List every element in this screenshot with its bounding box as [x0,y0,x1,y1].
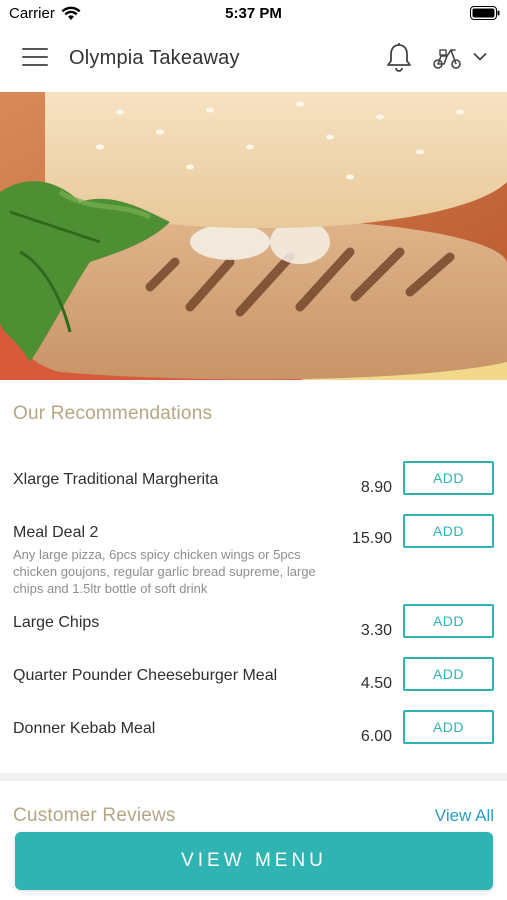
clock-time: 5:37 PM [225,5,282,22]
delivery-scooter-icon[interactable] [431,46,463,70]
battery-icon [470,6,500,20]
app-header: Olympia Takeaway [0,28,507,92]
add-button[interactable]: ADD [403,461,494,495]
add-button[interactable]: ADD [403,604,494,638]
bell-icon[interactable] [385,42,413,74]
add-button[interactable]: ADD [403,710,494,744]
reviews-title: Customer Reviews [13,805,176,826]
section-divider [0,773,507,781]
hero-burger-image [0,92,507,380]
menu-item-name: Quarter Pounder Cheeseburger Meal [13,667,278,684]
menu-item-name: Meal Deal 2 [13,524,99,541]
menu-item-price: 8.90 [360,479,392,496]
restaurant-title: Olympia Takeaway [69,47,240,69]
menu-item-price: 15.90 [351,530,392,547]
view-all-reviews-link[interactable]: View All [435,806,494,826]
menu-item-name: Donner Kebab Meal [13,720,156,737]
hamburger-menu-icon[interactable] [22,48,48,70]
add-button[interactable]: ADD [403,657,494,691]
chevron-down-icon[interactable] [473,52,487,62]
menu-item-price: 6.00 [360,728,392,745]
menu-item-name: Xlarge Traditional Margherita [13,471,219,488]
menu-item-price: 4.50 [360,675,392,692]
status-bar: Carrier 5:37 PM [0,0,507,28]
menu-item-description: Any large pizza, 6pcs spicy chicken wing… [13,547,316,596]
view-menu-button[interactable]: VIEW MENU [15,832,493,890]
menu-item-price: 3.30 [360,622,392,639]
add-button[interactable]: ADD [403,514,494,548]
menu-item-name: Large Chips [13,614,100,631]
recommendations-title: Our Recommendations [13,403,213,424]
